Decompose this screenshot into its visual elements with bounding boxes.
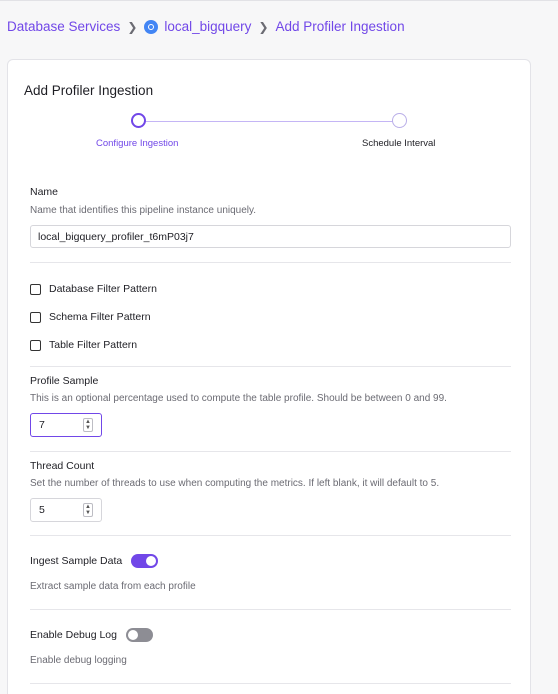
debug-log-label: Enable Debug Log bbox=[30, 629, 117, 641]
profile-sample-value: 7 bbox=[39, 419, 45, 431]
debug-log-toggle[interactable] bbox=[126, 628, 153, 642]
database-filter-label: Database Filter Pattern bbox=[49, 283, 157, 295]
ingest-sample-description: Extract sample data from each profile bbox=[30, 581, 196, 592]
ingest-sample-label: Ingest Sample Data bbox=[30, 555, 123, 567]
name-label: Name bbox=[30, 186, 59, 198]
ingest-sample-row: Ingest Sample Data bbox=[30, 554, 159, 568]
spinner-icon[interactable]: ▲ ▼ bbox=[83, 418, 93, 432]
profile-sample-input[interactable]: 7 ▲ ▼ bbox=[30, 413, 102, 437]
chevron-right-icon: ❯ bbox=[127, 19, 138, 34]
breadcrumb: Database Services ❯ local_bigquery ❯ Add… bbox=[7, 19, 405, 34]
ingest-sample-toggle[interactable] bbox=[131, 554, 159, 568]
thread-count-value: 5 bbox=[39, 504, 45, 516]
profile-sample-description: This is an optional percentage used to c… bbox=[30, 393, 447, 404]
step-configure-label: Configure Ingestion bbox=[96, 138, 179, 149]
spinner-icon[interactable]: ▲ ▼ bbox=[83, 503, 93, 517]
chevron-right-icon: ❯ bbox=[258, 19, 269, 34]
debug-log-row: Enable Debug Log bbox=[30, 628, 153, 642]
breadcrumb-current: Add Profiler Ingestion bbox=[275, 19, 405, 34]
name-description: Name that identifies this pipeline insta… bbox=[30, 205, 257, 216]
table-filter-label: Table Filter Pattern bbox=[49, 339, 138, 351]
divider bbox=[30, 683, 511, 684]
schema-filter-label: Schema Filter Pattern bbox=[49, 311, 151, 323]
page-title: Add Profiler Ingestion bbox=[24, 83, 154, 98]
checkbox-icon[interactable] bbox=[30, 311, 41, 323]
bigquery-icon bbox=[144, 19, 159, 34]
breadcrumb-service[interactable]: local_bigquery bbox=[164, 19, 251, 34]
checkbox-icon[interactable] bbox=[30, 283, 41, 295]
checkbox-icon[interactable] bbox=[30, 339, 41, 351]
name-input[interactable] bbox=[30, 225, 511, 248]
step-schedule-label: Schedule Interval bbox=[362, 138, 436, 149]
divider bbox=[30, 262, 511, 263]
step-schedule-dot bbox=[392, 113, 407, 128]
database-filter-checkbox[interactable]: Database Filter Pattern bbox=[30, 283, 157, 295]
debug-log-description: Enable debug logging bbox=[30, 655, 127, 666]
step-configure-dot bbox=[131, 113, 146, 128]
divider bbox=[30, 535, 511, 536]
thread-count-label: Thread Count bbox=[30, 460, 95, 472]
thread-count-input[interactable]: 5 ▲ ▼ bbox=[30, 498, 102, 522]
divider bbox=[30, 366, 511, 367]
divider bbox=[30, 451, 511, 452]
schema-filter-checkbox[interactable]: Schema Filter Pattern bbox=[30, 311, 151, 323]
ingestion-form-card: Add Profiler Ingestion Configure Ingesti… bbox=[7, 59, 531, 694]
profile-sample-label: Profile Sample bbox=[30, 375, 99, 387]
thread-count-description: Set the number of threads to use when co… bbox=[30, 478, 440, 489]
breadcrumb-database-services[interactable]: Database Services bbox=[7, 19, 120, 34]
divider bbox=[30, 609, 511, 610]
table-filter-checkbox[interactable]: Table Filter Pattern bbox=[30, 339, 137, 351]
stepper-line bbox=[145, 121, 400, 122]
